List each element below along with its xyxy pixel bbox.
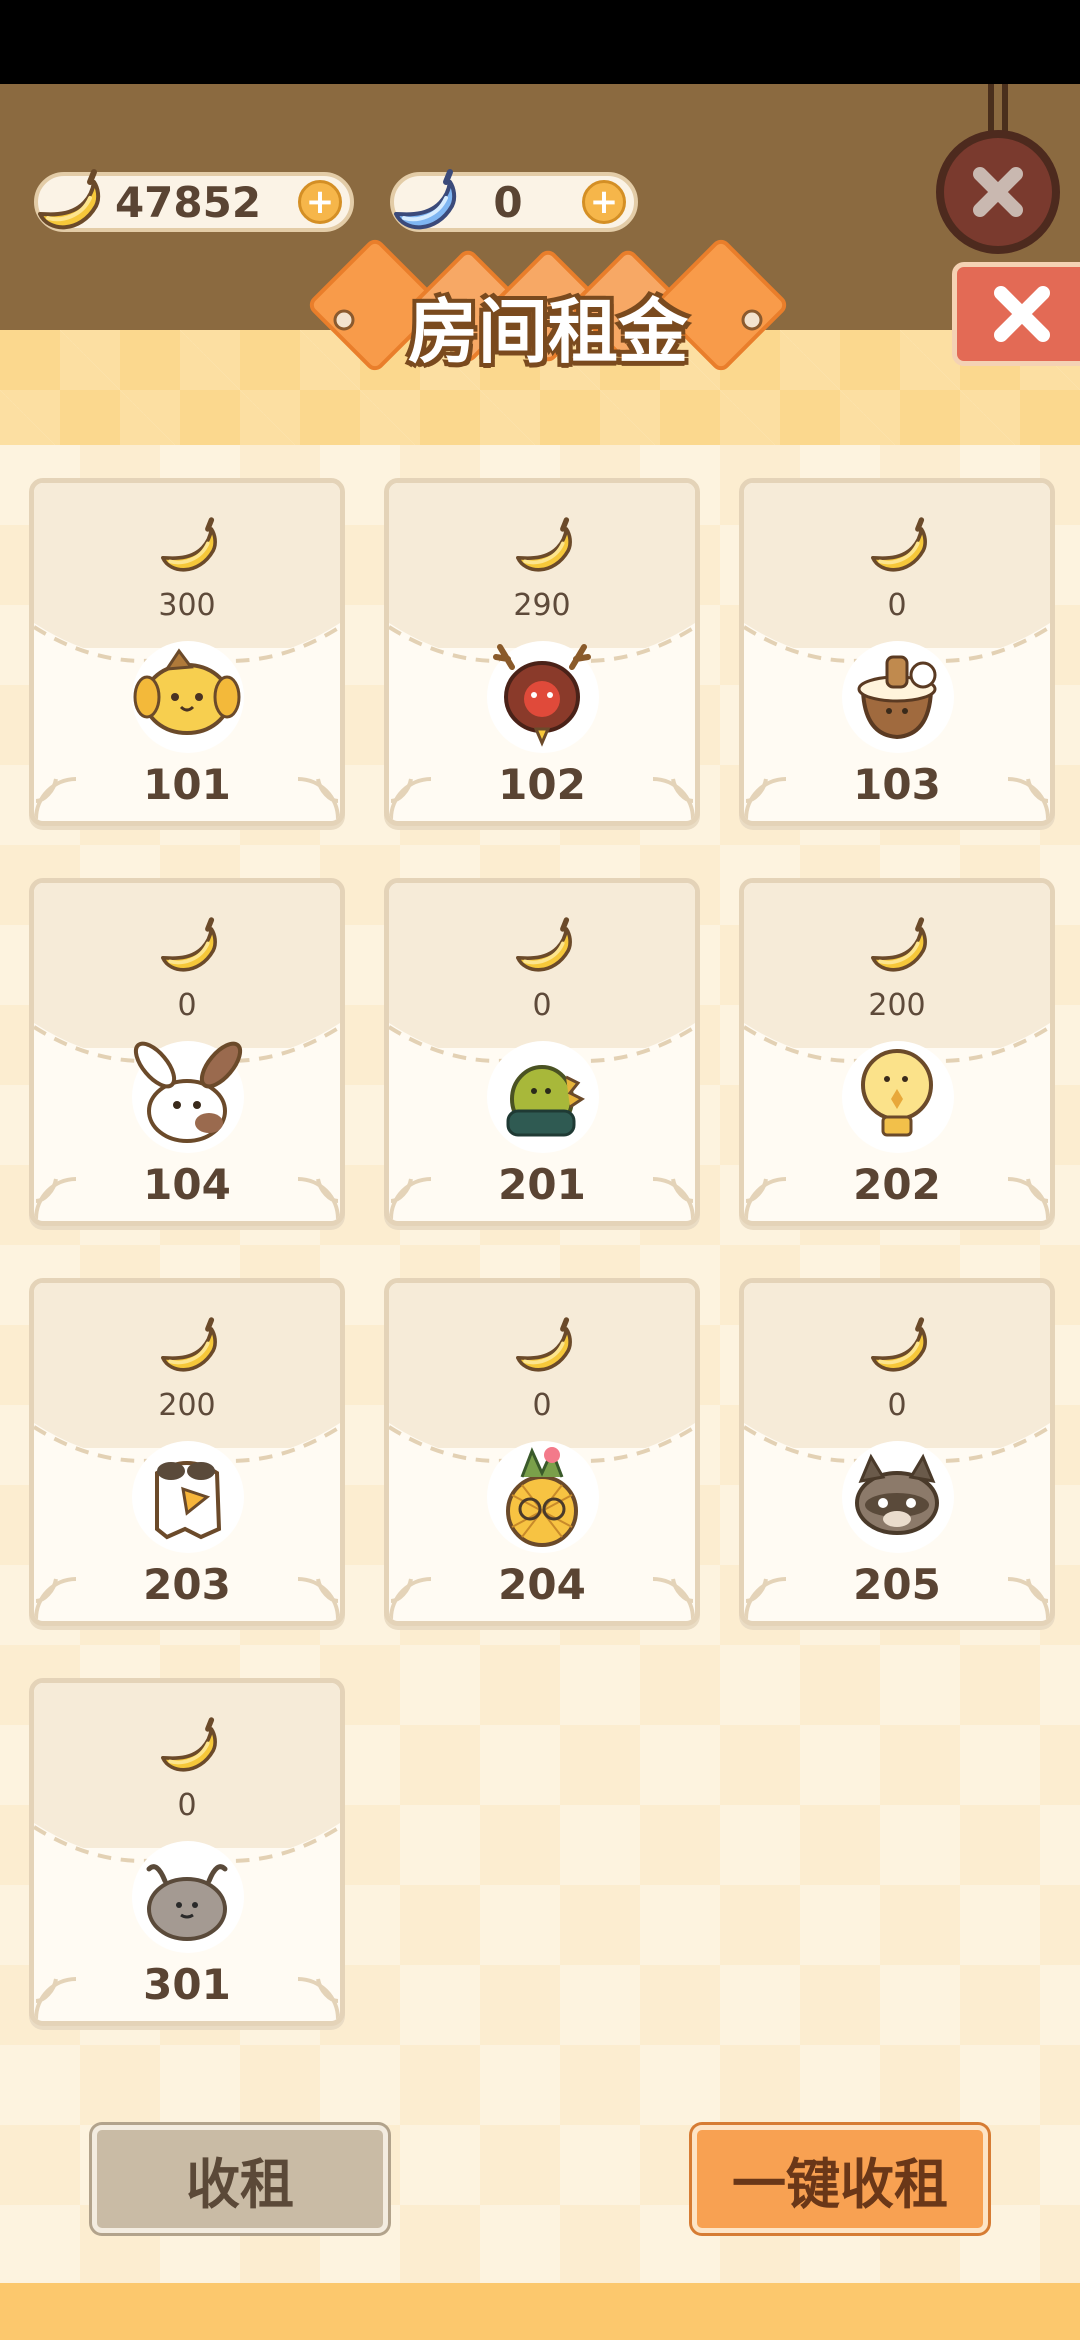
corner-ornament xyxy=(389,777,433,821)
room-rent: 300 xyxy=(158,588,216,623)
room-card[interactable]: 0 103 xyxy=(739,478,1055,826)
close-icon xyxy=(973,167,1023,217)
bird-icon xyxy=(155,1461,222,1540)
corner-ornament xyxy=(651,777,695,821)
close-red-button[interactable] xyxy=(952,262,1080,366)
room-card[interactable]: 0 201 xyxy=(384,878,700,1226)
add-gem-button[interactable]: + xyxy=(582,180,626,224)
bunny-icon xyxy=(133,1041,243,1143)
room-card[interactable]: 200 203 xyxy=(29,1278,345,1626)
room-number: 201 xyxy=(498,1160,586,1209)
room-number: 101 xyxy=(143,760,231,809)
corner-ornament xyxy=(744,1177,788,1221)
gem-currency-pill: 0 + xyxy=(390,169,638,232)
banana-icon xyxy=(507,911,579,983)
banana-icon xyxy=(862,1311,934,1383)
room-card[interactable]: 200 202 xyxy=(739,878,1055,1226)
pudding-bowl-icon xyxy=(857,655,937,740)
room-number: 102 xyxy=(498,760,586,809)
room-number: 202 xyxy=(853,1160,941,1209)
corner-ornament xyxy=(651,1577,695,1621)
room-rent: 0 xyxy=(177,988,197,1023)
banana-icon xyxy=(862,911,934,983)
banana-icon xyxy=(862,511,934,583)
room-card[interactable]: 300 101 xyxy=(29,478,345,826)
corner-ornament xyxy=(296,1177,340,1221)
collect-rent-button[interactable]: 收租 xyxy=(92,2125,388,2233)
corner-ornament xyxy=(389,1177,433,1221)
banana-icon xyxy=(507,1311,579,1383)
dino-icon xyxy=(506,1065,585,1137)
room-rent: 0 xyxy=(887,588,907,623)
lightbulb-icon xyxy=(861,1049,933,1137)
corner-ornament xyxy=(744,777,788,821)
corner-ornament xyxy=(389,1577,433,1621)
room-card[interactable]: 0 301 xyxy=(29,1678,345,2026)
corner-ornament xyxy=(34,1977,78,2021)
close-button[interactable] xyxy=(936,130,1060,254)
room-rent: 200 xyxy=(158,1388,216,1423)
room-rent: 290 xyxy=(513,588,571,623)
corner-ornament xyxy=(1006,1577,1050,1621)
banana-icon xyxy=(152,1311,224,1383)
corner-ornament xyxy=(34,777,78,821)
corner-ornament xyxy=(296,1577,340,1621)
room-number: 203 xyxy=(143,1560,231,1609)
page-title: 房间租金 xyxy=(408,291,688,373)
room-number: 104 xyxy=(143,1160,231,1209)
room-rent: 200 xyxy=(868,988,926,1023)
bottom-strip xyxy=(0,2283,1080,2340)
banana-currency-pill: 47852 + xyxy=(34,172,354,232)
reindeer-icon xyxy=(493,644,591,747)
banana-icon xyxy=(152,911,224,983)
collect-all-rent-button[interactable]: 一键收租 xyxy=(692,2125,988,2233)
banana-icon xyxy=(28,162,108,242)
add-banana-button[interactable]: + xyxy=(298,180,342,224)
room-number: 103 xyxy=(853,760,941,809)
status-bar xyxy=(0,0,1080,84)
banana-icon xyxy=(152,511,224,583)
close-icon xyxy=(994,286,1050,342)
room-number: 205 xyxy=(853,1560,941,1609)
room-number: 204 xyxy=(498,1560,586,1609)
room-rent: 0 xyxy=(532,988,552,1023)
room-card[interactable]: 0 205 xyxy=(739,1278,1055,1626)
room-rent: 0 xyxy=(177,1788,197,1823)
corner-ornament xyxy=(1006,777,1050,821)
grey-bug-icon xyxy=(146,1864,228,1941)
corner-ornament xyxy=(651,1177,695,1221)
corner-ornament xyxy=(34,1577,78,1621)
corner-ornament xyxy=(34,1177,78,1221)
raccoon-icon xyxy=(855,1453,939,1535)
banana-icon xyxy=(507,511,579,583)
room-rent: 0 xyxy=(532,1388,552,1423)
banana-icon xyxy=(152,1711,224,1783)
corner-ornament xyxy=(744,1577,788,1621)
pineapple-icon xyxy=(506,1447,578,1547)
hanging-rope xyxy=(988,84,1008,134)
corner-ornament xyxy=(296,777,340,821)
room-number: 301 xyxy=(143,1960,231,2009)
room-rent: 0 xyxy=(887,1388,907,1423)
corner-ornament xyxy=(1006,1177,1050,1221)
room-card[interactable]: 0 204 xyxy=(384,1278,700,1626)
pudding-dog-icon xyxy=(133,648,241,735)
corner-ornament xyxy=(296,1977,340,2021)
room-card[interactable]: 0 104 xyxy=(29,878,345,1226)
room-card[interactable]: 290 102 xyxy=(384,478,700,826)
